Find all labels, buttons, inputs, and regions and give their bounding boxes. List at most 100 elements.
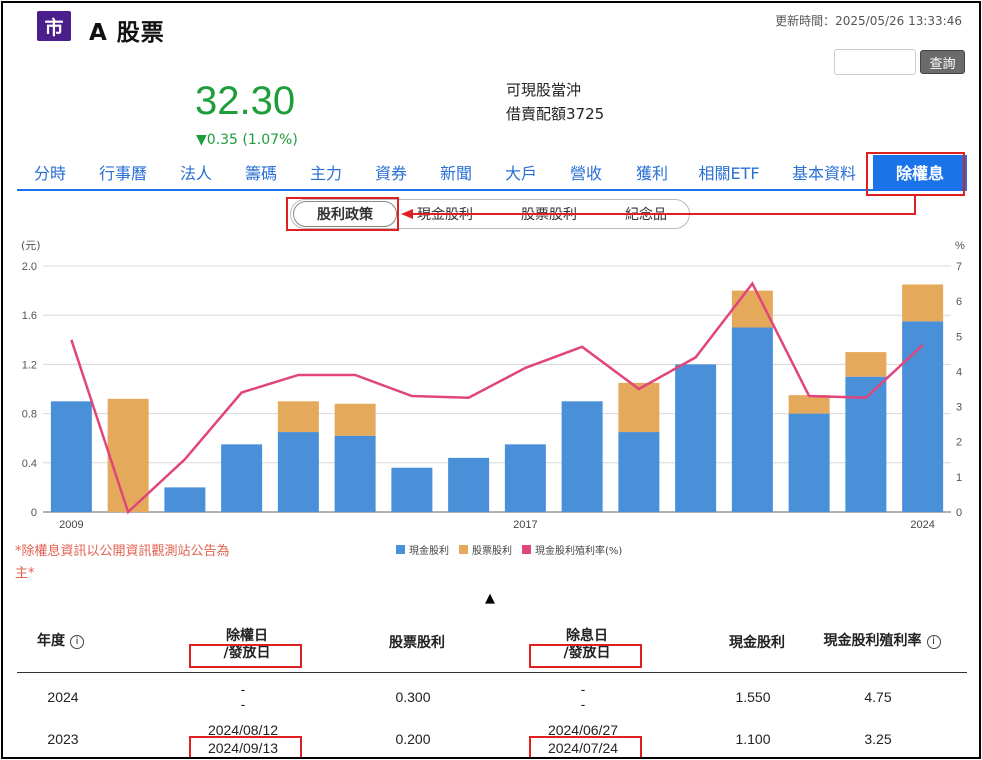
tab-intraday[interactable]: 分時 (31, 155, 69, 189)
y-right-tick-label: 2 (956, 437, 962, 449)
y-left-tick-label: 0.4 (22, 458, 37, 470)
y-right-tick-label: 7 (956, 261, 962, 273)
cell-stock-div: 0.200 (395, 731, 431, 747)
bar-stock-dividend (107, 398, 149, 512)
tab-profit[interactable]: 獲利 (633, 155, 671, 189)
bar-stock-dividend (277, 401, 319, 433)
y-left-tick-label: 1.2 (22, 359, 37, 371)
main-tabs: 分時 行事曆 法人 籌碼 主力 資券 新聞 大戶 營收 獲利 相關ETF 基本資… (17, 155, 967, 191)
bar-stock-dividend (334, 403, 376, 436)
legend-swatch-yield (522, 545, 531, 554)
tab-related-etf[interactable]: 相關ETF (697, 155, 761, 189)
highlight-box-ex-div-pay (529, 736, 642, 757)
cell-ex-div-date: - (580, 681, 586, 697)
chart-bars (50, 284, 944, 512)
subtab-cash-dividend[interactable]: 現金股利 (417, 204, 473, 224)
tab-major-holders[interactable]: 大戶 (502, 155, 540, 189)
bar-stock-dividend (731, 290, 773, 328)
bar-cash-dividend (50, 401, 92, 512)
bar-cash-dividend (788, 413, 830, 512)
col-year: 年度 i (37, 633, 84, 650)
short-quota-note: 借賣配額3725 (506, 105, 605, 123)
y-right-tick-label: 0 (956, 507, 962, 519)
tab-news[interactable]: 新聞 (437, 155, 475, 189)
col-yield-label: 現金股利殖利率 (823, 633, 922, 649)
bar-cash-dividend (334, 435, 376, 512)
price-change: ▼0.35 (1.07%) (196, 132, 298, 148)
y-right-tick-label: 3 (956, 402, 962, 414)
app-frame: 市 A 股票 更新時間：2025/05/26 13:33:46 查詢 32.30… (1, 1, 981, 759)
bar-cash-dividend (164, 487, 206, 512)
subtab-souvenir[interactable]: 紀念品 (625, 204, 667, 224)
cell-ex-right-pay: - (240, 696, 246, 712)
bar-cash-dividend (391, 467, 433, 512)
y-right-tick-label: 4 (956, 366, 962, 378)
bar-cash-dividend (902, 321, 944, 512)
subtab-stock-dividend[interactable]: 股票股利 (521, 204, 577, 224)
col-cash-dividend: 現金股利 (729, 635, 785, 651)
table-header: 年度 i 除權日 /發放日 股票股利 除息日 /發放日 現金股利 現金股利殖利率 i (17, 621, 967, 673)
tab-fundamentals[interactable]: 基本資料 (787, 155, 861, 189)
y-right-unit: % (955, 240, 965, 252)
y-left-tick-label: 0.8 (22, 409, 37, 421)
search-button[interactable]: 查詢 (920, 50, 965, 74)
cell-cash-div: 1.550 (735, 689, 771, 705)
legend-swatch-stock (459, 545, 468, 554)
y-right-tick-label: 6 (956, 296, 962, 308)
tab-margin[interactable]: 資券 (372, 155, 410, 189)
bar-cash-dividend (731, 327, 773, 512)
search-input[interactable] (834, 49, 916, 75)
legend-stock: 股票股利 (459, 542, 512, 557)
bar-cash-dividend (618, 432, 660, 512)
cell-ex-div-pay: - (580, 696, 586, 712)
legend-label-yield: 現金股利殖利率(%) (535, 546, 623, 557)
cell-yield: 4.75 (864, 689, 892, 705)
bar-cash-dividend (448, 457, 490, 512)
bar-stock-dividend (845, 352, 887, 377)
cell-year: 2024 (47, 689, 79, 705)
info-icon[interactable]: i (926, 635, 941, 649)
col-stock-dividend: 股票股利 (389, 635, 445, 651)
highlight-box-ex-div-header (529, 644, 642, 668)
chart-legend: 現金股利 股票股利 現金股利殖利率(%) (396, 542, 622, 557)
info-icon[interactable]: i (70, 635, 84, 649)
collapse-chart-icon[interactable]: ▲ (485, 591, 495, 606)
legend-yield: 現金股利殖利率(%) (522, 542, 622, 557)
bar-cash-dividend (221, 444, 263, 512)
legend-label-stock: 股票股利 (472, 546, 512, 557)
col-ex-right-line1: 除權日 (226, 628, 268, 644)
update-time: 更新時間：2025/05/26 13:33:46 (775, 14, 962, 28)
tab-institutional[interactable]: 法人 (177, 155, 215, 189)
legend-label-cash: 現金股利 (409, 546, 449, 557)
tab-revenue[interactable]: 營收 (567, 155, 605, 189)
cell-yield: 3.25 (864, 731, 892, 747)
cell-cash-div: 1.100 (735, 731, 771, 747)
highlight-box-ex-right-pay (189, 736, 302, 757)
stock-price: 32.30 (195, 79, 296, 123)
tab-chips[interactable]: 籌碼 (242, 155, 280, 189)
tab-main-force[interactable]: 主力 (307, 155, 345, 189)
legend-swatch-cash (396, 545, 405, 554)
cell-stock-div: 0.300 (395, 689, 431, 705)
x-tick-label: 2024 (910, 519, 934, 531)
y-left-unit: (元) (21, 239, 41, 252)
legend-cash: 現金股利 (396, 542, 449, 557)
highlight-box-policy-subtab (286, 197, 399, 231)
bar-cash-dividend (675, 364, 717, 512)
disclaimer-note: *除權息資訊以公開資訊觀測站公告為主* (15, 544, 230, 581)
dividend-chart: 0 0.4 0.8 1.2 1.6 2.0 0 1 2 3 4 5 6 7 (元) % 2009 2017 2024 (21, 239, 965, 531)
highlight-box-ex-right-header (189, 644, 302, 668)
x-tick-label: 2009 (59, 519, 83, 531)
cell-ex-right-date: - (240, 681, 246, 697)
y-left-tick-label: 0 (31, 507, 37, 519)
col-ex-div-line1: 除息日 (566, 628, 608, 644)
y-left-tick-label: 1.6 (22, 310, 37, 322)
bar-cash-dividend (561, 401, 603, 512)
tab-calendar[interactable]: 行事曆 (95, 155, 151, 189)
trading-notes: 可現股當沖 借賣配額3725 (506, 78, 604, 126)
bar-cash-dividend (277, 432, 319, 512)
y-right-tick-label: 5 (956, 331, 962, 343)
y-right-tick-label: 1 (956, 472, 962, 484)
day-trade-note: 可現股當沖 (506, 81, 582, 99)
x-tick-label: 2017 (513, 519, 537, 531)
